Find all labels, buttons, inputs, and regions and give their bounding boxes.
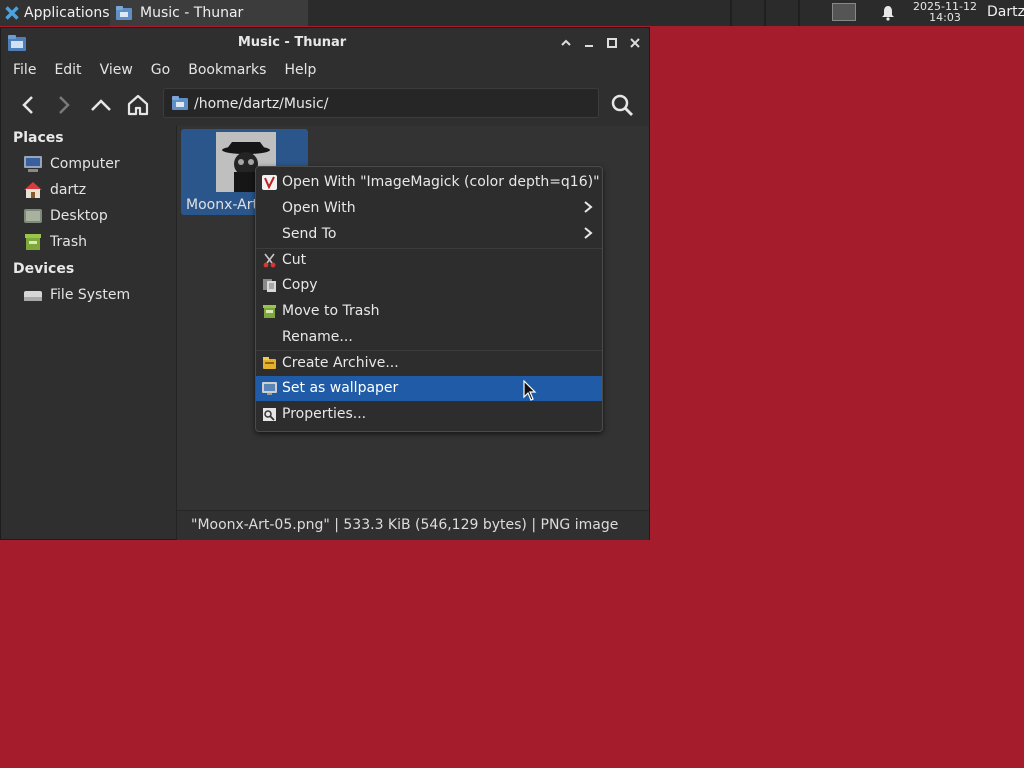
sidebar-item-dartz[interactable]: dartz	[23, 179, 86, 201]
chevron-right-icon	[584, 201, 593, 213]
menu-bookmarks[interactable]: Bookmarks	[182, 62, 272, 78]
window-title: Music - Thunar	[237, 35, 347, 50]
menu-item-copy[interactable]: Copy	[256, 273, 602, 298]
applications-label: Applications	[24, 5, 110, 21]
sidebar-item-label: File System	[50, 287, 131, 303]
folder-icon	[172, 96, 188, 110]
search-button[interactable]	[609, 92, 635, 118]
menu-item-label: Properties...	[282, 406, 367, 422]
copy-icon	[263, 279, 276, 292]
menu-item-label: Open With	[282, 200, 356, 216]
menu-help[interactable]: Help	[278, 62, 322, 78]
taskbar-item-thunar[interactable]: Music - Thunar	[110, 0, 308, 26]
menu-item-send-to[interactable]: Send To	[256, 222, 602, 247]
minimize-button[interactable]	[581, 35, 597, 51]
status-bar: "Moonx-Art-05.png" | 533.3 KiB (546,129 …	[177, 510, 649, 540]
sidebar-item-trash[interactable]: Trash	[23, 231, 87, 253]
sidebar-item-desktop[interactable]: Desktop	[23, 205, 108, 227]
mouse-pointer-icon	[523, 380, 537, 401]
maximize-icon	[607, 38, 617, 48]
close-button[interactable]	[627, 35, 643, 51]
computer-icon	[24, 156, 42, 172]
back-arrow-icon	[22, 96, 33, 114]
menu-edit[interactable]: Edit	[48, 62, 87, 78]
parent-folder-button[interactable]	[88, 92, 114, 118]
file-name: Moonx-Art	[186, 197, 258, 213]
sidebar-item-computer[interactable]: Computer	[23, 153, 120, 175]
menu-file[interactable]: File	[7, 62, 42, 78]
properties-icon	[263, 408, 276, 421]
menu-item-open-with-imagemagick[interactable]: Open With "ImageMagick (color depth=q16)…	[256, 170, 602, 195]
archive-icon	[263, 357, 276, 369]
sidebar-item-file-system[interactable]: File System	[23, 284, 130, 306]
menu-item-label: Rename...	[282, 329, 353, 345]
scissors-icon	[263, 253, 276, 268]
places-heading: Places	[13, 130, 64, 146]
menu-item-label: Move to Trash	[282, 303, 380, 319]
maximize-button[interactable]	[604, 35, 620, 51]
back-button[interactable]	[15, 92, 41, 118]
drive-icon	[24, 291, 42, 301]
menu-item-label: Cut	[282, 252, 307, 268]
forward-arrow-icon	[59, 96, 70, 114]
user-menu[interactable]: Dartz	[987, 4, 1024, 20]
folder-icon	[116, 6, 132, 20]
panel-separator	[764, 0, 766, 26]
location-path: /home/dartz/Music/	[194, 96, 329, 112]
desktop-icon	[24, 209, 42, 223]
status-text: "Moonx-Art-05.png" | 533.3 KiB (546,129 …	[191, 517, 619, 533]
home-icon	[127, 94, 149, 116]
minimize-icon	[585, 45, 593, 47]
home-button[interactable]	[125, 92, 151, 118]
notification-bell-icon[interactable]	[880, 5, 896, 21]
imagemagick-icon	[262, 175, 277, 190]
sidebar: Places Computer dartz Desktop Trash Devi…	[1, 126, 177, 539]
xfce-logo-icon	[5, 6, 19, 20]
menu-item-open-with[interactable]: Open With	[256, 196, 602, 221]
panel-separator	[798, 0, 800, 26]
menu-view[interactable]: View	[94, 62, 139, 78]
trash-icon	[25, 234, 41, 250]
sidebar-item-label: Trash	[50, 234, 87, 250]
menu-item-rename[interactable]: Rename...	[256, 325, 602, 350]
applications-menu-button[interactable]: Applications ☰	[0, 0, 128, 26]
clock[interactable]: 2025-11-12 14:03	[907, 1, 983, 23]
taskbar-item-label: Music - Thunar	[140, 5, 244, 21]
location-bar[interactable]: /home/dartz/Music/	[163, 88, 599, 118]
menu-item-create-archive[interactable]: Create Archive...	[256, 351, 602, 376]
wallpaper-icon	[262, 382, 277, 395]
title-bar[interactable]: Music - Thunar	[1, 28, 649, 58]
chevron-right-icon	[584, 227, 593, 239]
forward-button[interactable]	[51, 92, 77, 118]
clock-time: 14:03	[929, 11, 961, 24]
search-icon	[611, 94, 633, 116]
up-arrow-icon	[91, 99, 111, 111]
menu-item-move-to-trash[interactable]: Move to Trash	[256, 299, 602, 324]
menu-item-label: Open With "ImageMagick (color depth=q16)…	[282, 174, 600, 190]
menu-item-label: Set as wallpaper	[282, 380, 399, 396]
panel-separator	[730, 0, 732, 26]
sidebar-item-label: Desktop	[50, 208, 108, 224]
menu-go[interactable]: Go	[145, 62, 176, 78]
top-panel: Applications ☰ Music - Thunar 2025-11-12…	[0, 0, 1024, 26]
menu-item-label: Send To	[282, 226, 337, 242]
menu-item-cut[interactable]: Cut	[256, 248, 602, 273]
shade-button[interactable]	[558, 35, 574, 51]
menu-item-set-as-wallpaper[interactable]: Set as wallpaper	[256, 376, 602, 401]
context-menu: Open With "ImageMagick (color depth=q16)…	[255, 166, 603, 432]
chevron-up-icon	[561, 39, 571, 46]
sidebar-item-label: Computer	[50, 156, 120, 172]
sidebar-item-label: dartz	[50, 182, 87, 198]
close-icon	[630, 38, 640, 48]
trash-icon	[263, 305, 276, 318]
devices-heading: Devices	[13, 261, 75, 277]
home-folder-icon	[24, 182, 42, 198]
workspace-switcher[interactable]	[832, 3, 856, 21]
menu-item-label: Copy	[282, 277, 318, 293]
menu-bar: File Edit View Go Bookmarks Help	[1, 58, 649, 82]
menu-item-label: Create Archive...	[282, 355, 399, 371]
menu-item-properties[interactable]: Properties...	[256, 402, 602, 427]
